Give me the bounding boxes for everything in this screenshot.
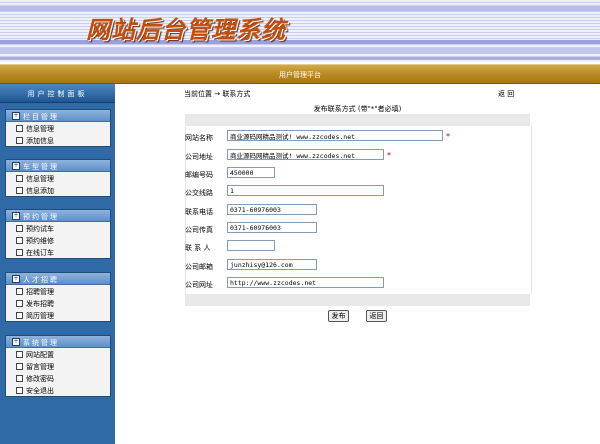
menu-item-repair[interactable]: 预约维修 — [6, 234, 110, 246]
expand-icon: + — [12, 212, 20, 220]
form-row-site-name: 网站名称 * — [185, 130, 530, 144]
menu-item-message-manage[interactable]: 留言管理 — [6, 360, 110, 372]
menu-system-management: + 系统管理 网站配置 留言管理 修改密码 安全退出 — [5, 335, 111, 397]
sidebar-title: 用户控制面板 — [27, 90, 88, 98]
breadcrumb: 当前位置 → 联系方式 — [184, 90, 251, 98]
form-row-zip: 邮编号码 — [185, 167, 530, 181]
menu-booking-management: + 预约管理 预约试车 预约维修 在线订车 — [5, 209, 111, 259]
menu-recruitment: + 人才招聘 招聘管理 发布招聘 简历管理 — [5, 272, 111, 322]
menu-item-info-manage[interactable]: 信息管理 — [6, 172, 110, 184]
menu-item-add-info[interactable]: 添加信息 — [6, 134, 110, 146]
menu-header[interactable]: + 人才招聘 — [6, 273, 110, 285]
form-row-address: 公司地址 * — [185, 149, 530, 163]
expand-icon: + — [12, 338, 20, 346]
bullet-icon — [16, 363, 23, 370]
menu-item-logout[interactable]: 安全退出 — [6, 384, 110, 396]
phone-input[interactable] — [227, 204, 317, 215]
fax-input[interactable] — [227, 222, 317, 233]
back-button[interactable]: 返回 — [366, 310, 387, 322]
header-stripe — [0, 57, 600, 60]
contact-person-input[interactable] — [227, 240, 275, 251]
bullet-icon — [16, 249, 23, 256]
menu-item-info-manage[interactable]: 信息管理 — [6, 122, 110, 134]
menu-header[interactable]: + 栏目管理 — [6, 110, 110, 122]
menu-item-online-order[interactable]: 在线订车 — [6, 246, 110, 258]
expand-icon: + — [12, 112, 20, 120]
bullet-icon — [16, 225, 23, 232]
form-title: 发布联系方式 (带"*"者必填) — [313, 105, 402, 113]
back-link[interactable]: 返 回 — [498, 89, 514, 99]
bullet-icon — [16, 387, 23, 394]
submit-button[interactable]: 发布 — [328, 310, 349, 322]
form-top-bar — [185, 114, 530, 126]
menu-header[interactable]: + 系统管理 — [6, 336, 110, 348]
email-input[interactable] — [227, 259, 317, 270]
top-title-bar: 用户管理平台 — [0, 64, 600, 84]
form-row-website: 公司网址 — [185, 277, 530, 291]
header-stripe — [0, 48, 600, 54]
bullet-icon — [16, 137, 23, 144]
form-row-bus: 公交线路 — [185, 185, 530, 199]
platform-title: 用户管理平台 — [279, 71, 321, 79]
site-logo: 网站后台管理系统 — [86, 16, 286, 44]
bullet-icon — [16, 288, 23, 295]
menu-header[interactable]: + 车型管理 — [6, 160, 110, 172]
menu-car-management: + 车型管理 信息管理 信息添加 — [5, 159, 111, 197]
sidebar: 用户控制面板 + 栏目管理 信息管理 添加信息 + 车型管理 信息管理 信息添加… — [0, 84, 115, 444]
site-name-input[interactable] — [227, 130, 443, 141]
bullet-icon — [16, 351, 23, 358]
required-mark: * — [387, 151, 391, 160]
menu-item-test-drive[interactable]: 预约试车 — [6, 222, 110, 234]
bullet-icon — [16, 300, 23, 307]
menu-item-resume-manage[interactable]: 简历管理 — [6, 309, 110, 321]
form-row-email: 公司邮箱 — [185, 259, 530, 273]
form-row-fax: 公司传真 — [185, 222, 530, 236]
header-banner: 网站后台管理系统 — [0, 0, 600, 62]
website-input[interactable] — [227, 277, 384, 288]
menu-item-recruit-manage[interactable]: 招聘管理 — [6, 285, 110, 297]
bullet-icon — [16, 187, 23, 194]
menu-item-post-job[interactable]: 发布招聘 — [6, 297, 110, 309]
bus-route-input[interactable] — [227, 185, 384, 196]
bullet-icon — [16, 125, 23, 132]
zip-input[interactable] — [227, 167, 275, 178]
bullet-icon — [16, 312, 23, 319]
form-row-phone: 联系电话 — [185, 204, 530, 218]
required-mark: * — [446, 132, 450, 141]
menu-column-management: + 栏目管理 信息管理 添加信息 — [5, 109, 111, 147]
expand-icon: + — [12, 162, 20, 170]
bullet-icon — [16, 237, 23, 244]
expand-icon: + — [12, 275, 20, 283]
bullet-icon — [16, 375, 23, 382]
bullet-icon — [16, 175, 23, 182]
menu-item-site-config[interactable]: 网站配置 — [6, 348, 110, 360]
form-bottom-bar — [185, 294, 530, 306]
menu-header[interactable]: + 预约管理 — [6, 210, 110, 222]
sidebar-header: 用户控制面板 — [0, 84, 115, 103]
menu-item-change-password[interactable]: 修改密码 — [6, 372, 110, 384]
menu-item-info-add[interactable]: 信息添加 — [6, 184, 110, 196]
form-row-contact: 联 系 人 — [185, 240, 530, 254]
address-input[interactable] — [227, 149, 384, 160]
